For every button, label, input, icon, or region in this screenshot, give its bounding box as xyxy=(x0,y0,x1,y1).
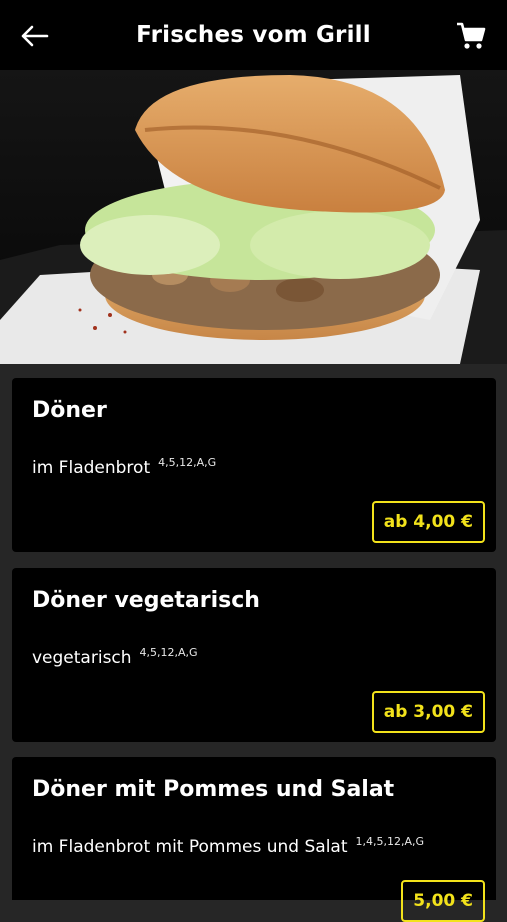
item-description: vegetarisch 4,5,12,A,G xyxy=(32,646,198,668)
price-button[interactable]: ab 3,00 € xyxy=(371,691,485,733)
additive-codes: 4,5,12,A,G xyxy=(139,646,198,659)
item-description: im Fladenbrot 4,5,12,A,G xyxy=(32,456,216,478)
price-button[interactable]: 5,00 € xyxy=(401,880,485,922)
back-button[interactable] xyxy=(14,16,54,56)
item-description: im Fladenbrot mit Pommes und Salat 1,4,5,… xyxy=(32,835,424,857)
app-header: Frisches vom Grill xyxy=(0,0,507,70)
menu-item-card[interactable]: Döner vegetarisch vegetarisch 4,5,12,A,G … xyxy=(12,568,496,742)
item-description-text: im Fladenbrot xyxy=(32,458,151,478)
item-description-text: vegetarisch xyxy=(32,648,132,668)
cart-icon xyxy=(457,22,486,49)
item-name: Döner mit Pommes und Salat xyxy=(32,777,395,802)
hero-image xyxy=(0,70,507,364)
menu-item-card[interactable]: Döner im Fladenbrot 4,5,12,A,G ab 4,00 € xyxy=(12,378,496,552)
item-description-text: im Fladenbrot mit Pommes und Salat xyxy=(32,837,348,857)
item-name: Döner vegetarisch xyxy=(32,588,260,613)
item-name: Döner xyxy=(32,398,107,423)
arrow-left-icon xyxy=(21,25,49,47)
page-title: Frisches vom Grill xyxy=(136,22,371,48)
doner-sandwich-image xyxy=(0,70,507,364)
additive-codes: 4,5,12,A,G xyxy=(158,456,217,469)
price-button[interactable]: ab 4,00 € xyxy=(371,501,485,543)
additive-codes: 1,4,5,12,A,G xyxy=(355,835,425,848)
cart-button[interactable] xyxy=(451,16,491,56)
menu-item-card[interactable]: Döner mit Pommes und Salat im Fladenbrot… xyxy=(12,757,496,922)
